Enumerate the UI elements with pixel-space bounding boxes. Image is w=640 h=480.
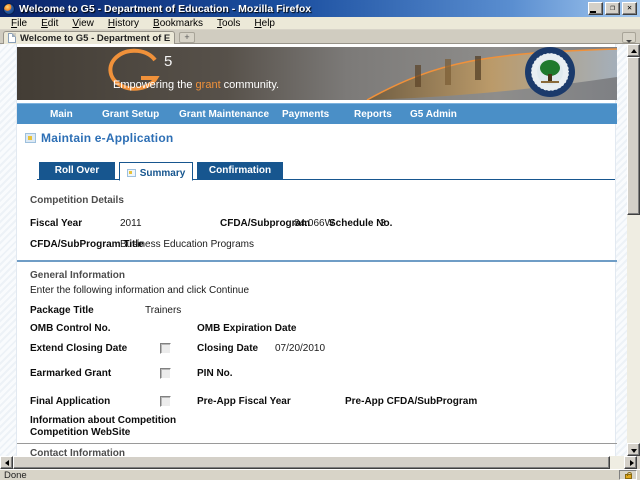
browser-tab-strip: Welcome to G5 - Department of Edu... + (0, 30, 640, 44)
section-divider-2 (17, 443, 617, 444)
firefox-icon[interactable] (3, 2, 15, 15)
browser-window: Welcome to G5 - Department of Education … (0, 0, 640, 480)
extend-closing-checkbox[interactable] (160, 343, 171, 354)
final-application-checkbox[interactable] (160, 396, 171, 407)
g5-bullet-icon (25, 133, 36, 143)
closing-date-row: Extend Closing Date Closing Date 07/20/2… (17, 343, 617, 357)
page-heading: Maintain e-Application (25, 131, 173, 145)
earmarked-grant-label: Earmarked Grant (30, 368, 112, 379)
nav-item-payments[interactable]: Payments (282, 109, 329, 120)
earmarked-grant-checkbox[interactable] (160, 368, 171, 379)
package-title-label: Package Title (30, 305, 94, 316)
page-viewport: 5 Empowering the grant community. Main G… (0, 44, 627, 456)
svg-text:Empowering the grant community: Empowering the grant community. (113, 79, 279, 91)
instruction-text: Enter the following information and clic… (30, 285, 250, 296)
final-application-row: Final Application Pre-App Fiscal Year Pr… (17, 396, 617, 410)
package-title-value: Trainers (145, 305, 182, 316)
package-title-row: Package Title Trainers (17, 305, 617, 319)
vertical-scrollbar-thumb[interactable] (627, 57, 640, 215)
omb-control-label: OMB Control No. (30, 323, 111, 334)
pin-no-label: PIN No. (197, 368, 233, 379)
scroll-up-button[interactable] (627, 44, 640, 57)
menu-view[interactable]: View (65, 18, 101, 29)
section-contact-information: Contact Information (30, 448, 125, 456)
close-button[interactable] (622, 2, 637, 15)
fiscal-year-value: 2011 (120, 218, 142, 229)
tab-summary-label: Summary (139, 167, 186, 179)
page-content: 5 Empowering the grant community. Main G… (16, 44, 617, 456)
lock-icon (625, 472, 632, 479)
minimize-button[interactable] (588, 2, 603, 15)
title-bar: Welcome to G5 - Department of Education … (0, 0, 640, 17)
menu-edit[interactable]: Edit (34, 18, 65, 29)
info-about-competition-label: Information about Competition (30, 415, 177, 426)
menu-history[interactable]: History (101, 18, 146, 29)
extend-closing-label: Extend Closing Date (30, 343, 128, 354)
schedule-no-value: 3 (380, 218, 386, 229)
tab-summary[interactable]: Summary (119, 162, 193, 181)
scroll-left-button[interactable] (0, 456, 13, 469)
closing-date-value: 07/20/2010 (275, 343, 326, 354)
omb-row: OMB Control No. OMB Expiration Date (17, 323, 617, 337)
scroll-down-button[interactable] (627, 443, 640, 456)
scroll-right-button[interactable] (624, 456, 637, 469)
dept-of-education-seal-icon (525, 47, 575, 97)
new-tab-button[interactable]: + (179, 32, 195, 43)
final-application-label: Final Application (30, 396, 111, 407)
svg-text:5: 5 (164, 53, 172, 70)
main-nav-bar: Main Grant Setup Grant Maintenance Payme… (17, 103, 617, 124)
banner-graphic: 5 Empowering the grant community. (17, 47, 617, 100)
cfda-title-row: CFDA/SubProgram Title Business Education… (17, 239, 617, 253)
security-panel[interactable] (619, 470, 637, 480)
status-bar: Done (0, 469, 640, 480)
horizontal-scrollbar[interactable] (0, 456, 637, 469)
preapp-cfda-label: Pre-App CFDA/SubProgram (345, 396, 478, 407)
page-favicon (8, 33, 16, 43)
menu-bar: File Edit View History Bookmarks Tools H… (0, 17, 640, 30)
g5-banner: 5 Empowering the grant community. (17, 47, 617, 100)
vertical-scrollbar[interactable] (627, 44, 640, 456)
closing-date-label: Closing Date (197, 343, 259, 354)
competition-website-label: Competition WebSite (30, 427, 131, 438)
nav-item-reports[interactable]: Reports (354, 109, 392, 120)
list-tabs-dropdown-button[interactable] (622, 32, 636, 43)
nav-item-grant-setup[interactable]: Grant Setup (102, 109, 159, 120)
nav-item-main[interactable]: Main (50, 109, 73, 120)
window-title: Welcome to G5 - Department of Education … (19, 2, 312, 15)
horizontal-scrollbar-thumb[interactable] (13, 456, 610, 469)
section-competition-details: Competition Details (30, 195, 124, 206)
omb-expiration-label: OMB Expiration Date (197, 323, 297, 334)
menu-file[interactable]: File (4, 18, 34, 29)
earmarked-row: Earmarked Grant PIN No. (17, 368, 617, 382)
status-text: Done (4, 469, 27, 480)
fiscal-year-label: Fiscal Year (30, 218, 83, 229)
section-divider (17, 260, 617, 262)
nav-item-grant-maintenance[interactable]: Grant Maintenance (179, 109, 269, 120)
tab-summary-bullet-icon (126, 169, 136, 177)
tab-confirmation[interactable]: Confirmation (197, 162, 283, 179)
menu-help[interactable]: Help (247, 18, 282, 29)
browser-tab-title: Welcome to G5 - Department of Edu... (20, 32, 170, 44)
tab-roll-over[interactable]: Roll Over (39, 162, 115, 179)
browser-tab[interactable]: Welcome to G5 - Department of Edu... (3, 31, 175, 44)
fiscal-year-row: Fiscal Year 2011 CFDA/Subprogram 84.066W… (17, 218, 617, 232)
cfda-title-value: Business Education Programs (120, 239, 254, 250)
menu-bookmarks[interactable]: Bookmarks (146, 18, 210, 29)
nav-item-g5-admin[interactable]: G5 Admin (410, 109, 457, 120)
section-general-information: General Information (30, 270, 126, 281)
preapp-fiscal-year-label: Pre-App Fiscal Year (197, 396, 291, 407)
page-title: Maintain e-Application (41, 131, 174, 145)
menu-tools[interactable]: Tools (210, 18, 247, 29)
restore-button[interactable] (605, 2, 620, 15)
